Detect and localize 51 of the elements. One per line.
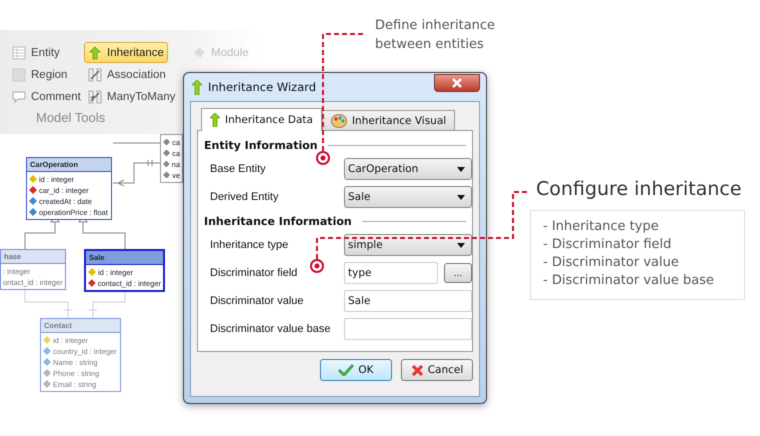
close-button[interactable] [434, 74, 480, 92]
section-title: Inheritance Information [204, 214, 352, 228]
browse-button[interactable]: ... [444, 263, 472, 283]
connector [112, 142, 160, 186]
association-tool-icon [88, 68, 102, 82]
arrow-icon [192, 80, 202, 94]
ribbon-tool[interactable]: ManyToMany [84, 86, 180, 107]
callout-item: - Discriminator value base [543, 272, 715, 290]
dropdown[interactable]: simple [344, 234, 472, 256]
field-label: Derived Entity [210, 191, 280, 203]
caret-icon [457, 242, 465, 248]
field-label: Discriminator value base [210, 323, 332, 335]
ribbon-tool[interactable]: Inheritance [84, 42, 168, 63]
entity-tool-icon [12, 46, 26, 60]
arrow-icon [210, 113, 220, 127]
cancel-button[interactable]: Cancel [401, 359, 473, 381]
tab[interactable]: Inheritance Visual [322, 110, 456, 130]
palette-icon [330, 114, 347, 128]
group-label: Model Tools [36, 110, 106, 125]
field-label: Inheritance type [210, 239, 290, 251]
caret-icon [457, 194, 465, 200]
ribbon-tool[interactable]: Entity [8, 42, 64, 63]
comment-tool-icon [12, 90, 26, 104]
dropdown[interactable]: Sale [344, 186, 472, 208]
cancel-icon [410, 364, 424, 376]
ribbon-tool[interactable]: Comment [8, 86, 85, 107]
text-field[interactable]: type [344, 262, 438, 284]
field-label: Discriminator field [210, 267, 298, 279]
region-tool-icon [12, 68, 26, 82]
check-icon [338, 364, 354, 376]
text-field[interactable] [344, 318, 472, 340]
module-tool-icon [192, 46, 206, 60]
inheritance-tool-icon [88, 46, 102, 60]
caret-icon [457, 166, 465, 172]
manytomany-tool-icon [88, 90, 102, 104]
callout-item: - Discriminator value [543, 254, 680, 272]
text-field[interactable]: Sale [344, 290, 472, 312]
window-title: Inheritance Wizard [208, 80, 318, 94]
field-label: Base Entity [210, 163, 267, 175]
callout-item: - Discriminator field [543, 236, 672, 254]
close-icon [451, 78, 463, 88]
ok-button[interactable]: OK [320, 359, 392, 381]
ribbon-tool[interactable]: Association [84, 64, 170, 85]
section-title: Entity Information [204, 138, 318, 152]
tab[interactable]: Inheritance Data [201, 108, 322, 131]
callout-text: Define inheritance between entities [375, 17, 496, 54]
callout-item: - Inheritance type [543, 218, 660, 236]
ribbon-tool[interactable]: Region [8, 64, 72, 85]
field-label: Discriminator value [210, 295, 305, 307]
dropdown[interactable]: CarOperation [344, 158, 472, 180]
callout-title: Configure inheritance [536, 178, 742, 200]
